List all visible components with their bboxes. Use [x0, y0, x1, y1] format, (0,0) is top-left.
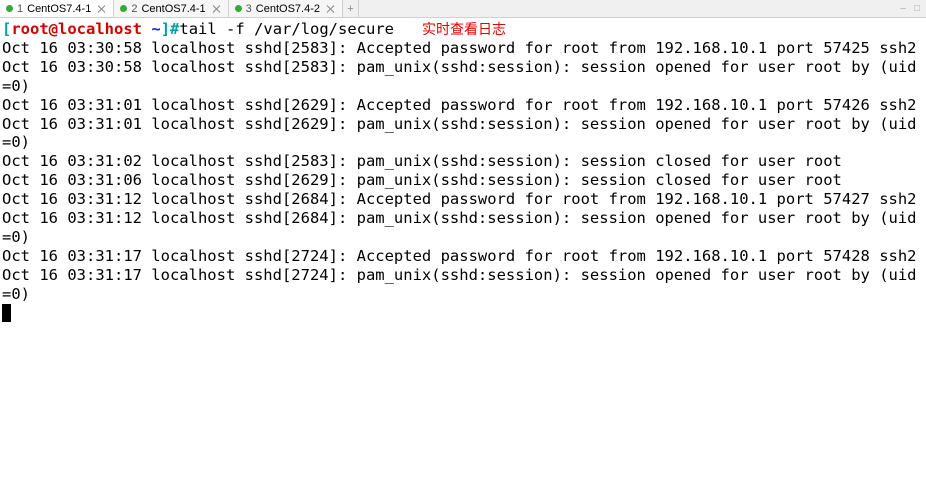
status-dot-icon	[235, 5, 242, 12]
log-line: Oct 16 03:31:01 localhost sshd[2629]: Ac…	[2, 96, 917, 114]
cursor-icon	[2, 304, 11, 322]
prompt-path: ~	[151, 20, 160, 38]
status-dot-icon	[120, 5, 127, 12]
tab-number: 3	[246, 3, 252, 15]
tab-label: CentOS7.4-1	[141, 3, 205, 15]
status-dot-icon	[6, 5, 13, 12]
tab-2[interactable]: 2 CentOS7.4-1	[114, 0, 228, 17]
tab-number: 1	[17, 3, 23, 15]
add-tab-button[interactable]: +	[343, 0, 359, 17]
tab-label: CentOS7.4-1	[27, 3, 91, 15]
window-controls: – □	[900, 3, 926, 14]
prompt-user: root	[11, 20, 48, 38]
tab-3[interactable]: 3 CentOS7.4-2	[229, 0, 343, 17]
log-line: Oct 16 03:31:01 localhost sshd[2629]: pa…	[2, 115, 917, 152]
tab-bar: 1 CentOS7.4-1 2 CentOS7.4-1 3 CentOS7.4-…	[0, 0, 926, 18]
tab-label: CentOS7.4-2	[256, 3, 320, 15]
command-text: tail -f /var/log/secure	[179, 20, 394, 38]
maximize-icon[interactable]: □	[914, 3, 920, 14]
minimize-icon[interactable]: –	[900, 3, 906, 14]
prompt-bracket-open: [	[2, 20, 11, 38]
tab-1[interactable]: 1 CentOS7.4-1	[0, 0, 114, 17]
log-line: Oct 16 03:31:02 localhost sshd[2583]: pa…	[2, 152, 842, 170]
log-line: Oct 16 03:31:06 localhost sshd[2629]: pa…	[2, 171, 842, 189]
log-line: Oct 16 03:31:12 localhost sshd[2684]: Ac…	[2, 190, 917, 208]
close-icon[interactable]	[97, 4, 107, 14]
prompt-host: localhost	[58, 20, 142, 38]
prompt-sep	[142, 20, 151, 38]
log-line: Oct 16 03:31:12 localhost sshd[2684]: pa…	[2, 209, 917, 246]
close-icon[interactable]	[326, 4, 336, 14]
log-line: Oct 16 03:31:17 localhost sshd[2724]: pa…	[2, 266, 917, 303]
log-line: Oct 16 03:30:58 localhost sshd[2583]: pa…	[2, 58, 917, 95]
terminal-output[interactable]: [root@localhost ~]#tail -f /var/log/secu…	[0, 18, 926, 325]
close-icon[interactable]	[212, 4, 222, 14]
prompt-at: @	[49, 20, 58, 38]
log-line: Oct 16 03:30:58 localhost sshd[2583]: Ac…	[2, 39, 917, 57]
prompt-bracket-close: ]#	[161, 20, 180, 38]
tab-number: 2	[131, 3, 137, 15]
log-line: Oct 16 03:31:17 localhost sshd[2724]: Ac…	[2, 247, 917, 265]
annotation-label: 实时查看日志	[422, 21, 506, 37]
